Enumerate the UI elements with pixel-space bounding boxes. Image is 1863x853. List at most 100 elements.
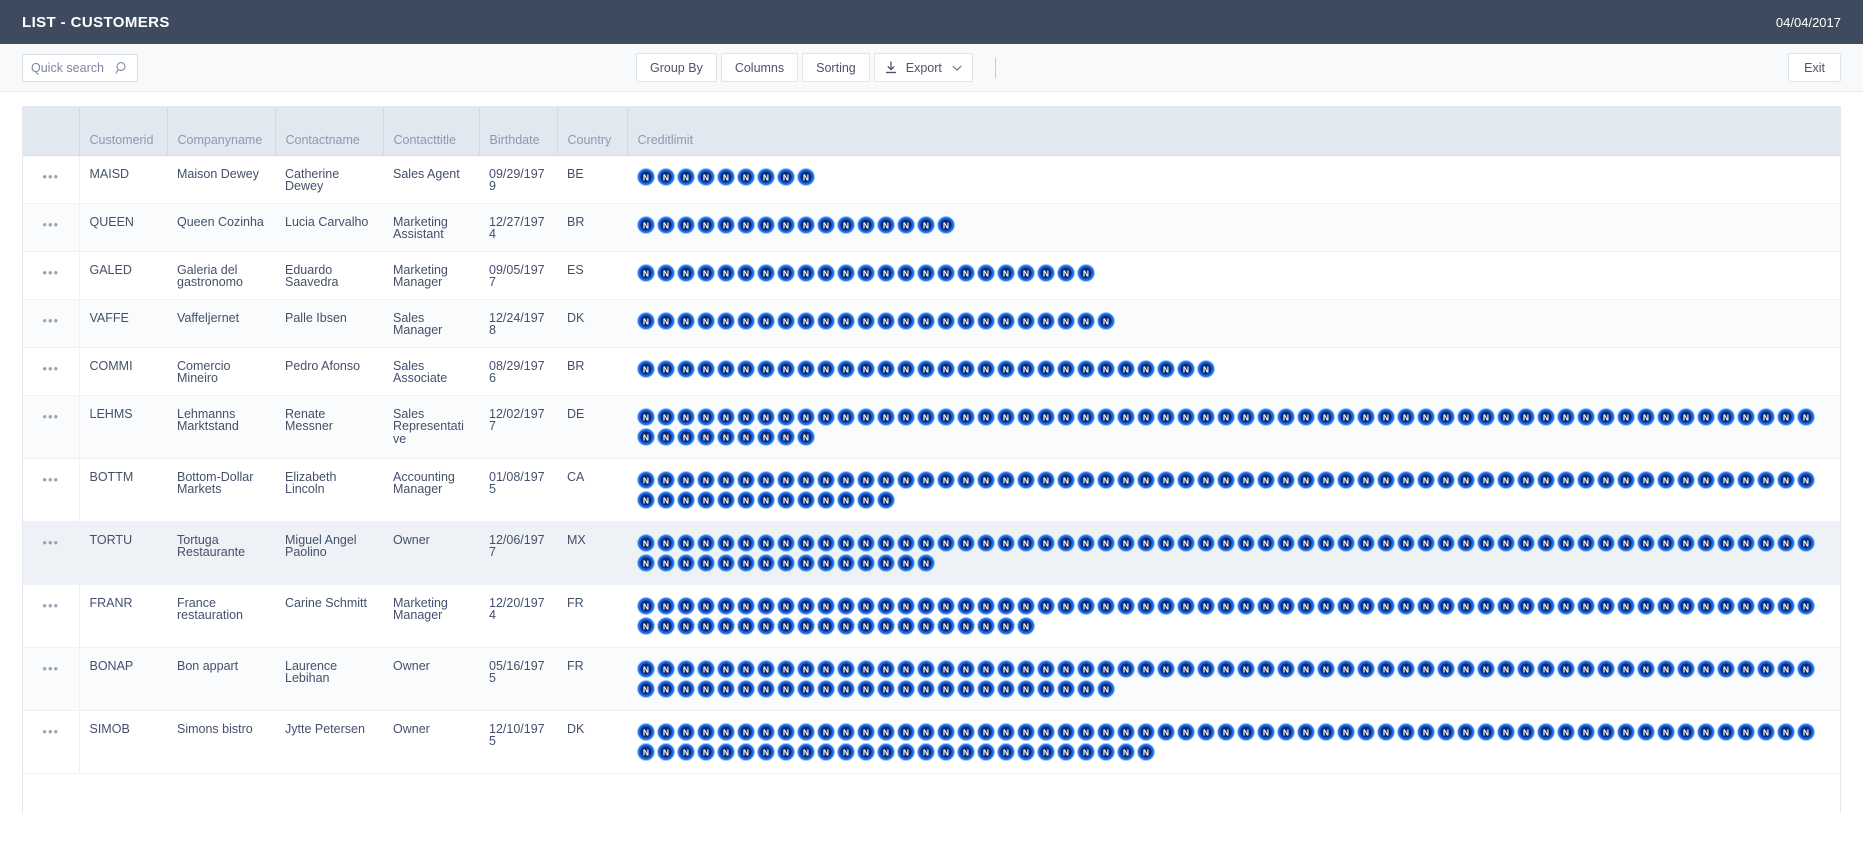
column-header-country[interactable]: Country: [557, 107, 627, 155]
credit-badge: N: [797, 743, 815, 761]
search-icon[interactable]: [115, 61, 129, 75]
row-menu-cell[interactable]: •••: [23, 647, 79, 710]
credit-badge: N: [977, 743, 995, 761]
cell-contacttitle: Sales Agent: [383, 155, 479, 203]
credit-badge: N: [1637, 660, 1655, 678]
credit-badge: N: [757, 743, 775, 761]
table-row[interactable]: •••BONAPBon appartLaurence LebihanOwner0…: [23, 647, 1840, 710]
credit-badge: N: [897, 534, 915, 552]
svg-text:N: N: [983, 621, 989, 631]
credit-badge: N: [1117, 408, 1135, 426]
credit-badge: N: [697, 491, 715, 509]
svg-text:N: N: [1743, 475, 1749, 485]
table-row[interactable]: •••QUEENQueen CozinhaLucia CarvalhoMarke…: [23, 203, 1840, 251]
row-menu-cell[interactable]: •••: [23, 458, 79, 521]
row-menu-cell[interactable]: •••: [23, 299, 79, 347]
credit-badge: N: [657, 360, 675, 378]
row-menu-cell[interactable]: •••: [23, 710, 79, 773]
credit-badge: N: [837, 534, 855, 552]
columns-button[interactable]: Columns: [721, 53, 798, 82]
svg-text:N: N: [803, 316, 809, 326]
credit-badge: N: [1197, 471, 1215, 489]
credit-badge: N: [1037, 680, 1055, 698]
credit-badge: N: [1457, 534, 1475, 552]
credit-badge: N: [1717, 408, 1735, 426]
credit-badge: N: [1637, 471, 1655, 489]
credit-badge: N: [657, 216, 675, 234]
svg-text:N: N: [1023, 268, 1029, 278]
svg-text:N: N: [1043, 475, 1049, 485]
credit-badge: N: [1657, 597, 1675, 615]
column-header-contactname[interactable]: Contactname: [275, 107, 383, 155]
svg-text:N: N: [723, 364, 729, 374]
sorting-button[interactable]: Sorting: [802, 53, 870, 82]
svg-text:N: N: [1023, 727, 1029, 737]
svg-text:N: N: [823, 621, 829, 631]
table-row[interactable]: •••BOTTMBottom-Dollar MarketsElizabeth L…: [23, 458, 1840, 521]
cell-contacttitle: Sales Associate: [383, 347, 479, 395]
credit-badge: N: [897, 471, 915, 489]
svg-text:N: N: [843, 268, 849, 278]
row-menu-icon[interactable]: •••: [42, 661, 59, 676]
search-input[interactable]: Quick search: [22, 54, 138, 82]
row-menu-icon[interactable]: •••: [42, 535, 59, 550]
table-row[interactable]: •••VAFFEVaffeljernetPalle IbsenSales Man…: [23, 299, 1840, 347]
credit-badge: N: [1097, 534, 1115, 552]
table-row[interactable]: •••LEHMSLehmanns MarktstandRenate Messne…: [23, 395, 1840, 458]
column-header-creditlimit[interactable]: Creditlimit: [627, 107, 1840, 155]
row-menu-cell[interactable]: •••: [23, 395, 79, 458]
row-menu-icon[interactable]: •••: [42, 598, 59, 613]
table-row[interactable]: •••GALEDGaleria del gastronomoEduardo Sa…: [23, 251, 1840, 299]
table-row[interactable]: •••FRANRFrance restaurationCarine Schmit…: [23, 584, 1840, 647]
credit-badge: N: [677, 264, 695, 282]
table-row[interactable]: •••TORTUTortuga RestauranteMiguel Angel …: [23, 521, 1840, 584]
row-menu-icon[interactable]: •••: [42, 217, 59, 232]
row-menu-cell[interactable]: •••: [23, 203, 79, 251]
chevron-down-icon[interactable]: [952, 65, 962, 71]
column-header-companyname[interactable]: Companyname: [167, 107, 275, 155]
table-row[interactable]: •••SIMOBSimons bistroJytte PetersenOwner…: [23, 710, 1840, 773]
credit-badge: N: [1337, 597, 1355, 615]
row-menu-cell[interactable]: •••: [23, 347, 79, 395]
credit-badge: N: [1797, 471, 1815, 489]
svg-text:N: N: [783, 684, 789, 694]
export-button[interactable]: Export: [874, 53, 973, 82]
table-row[interactable]: •••MAISDMaison DeweyCatherine DeweySales…: [23, 155, 1840, 203]
credit-badge: N: [1657, 534, 1675, 552]
credit-badge: N: [757, 617, 775, 635]
credit-badge: N: [797, 168, 815, 186]
svg-text:N: N: [683, 432, 689, 442]
credit-badge: N: [1277, 723, 1295, 741]
credit-badge: N: [1417, 471, 1435, 489]
row-menu-icon[interactable]: •••: [42, 472, 59, 487]
cell-birthdate: 12/10/1975: [479, 710, 557, 773]
row-menu-cell[interactable]: •••: [23, 155, 79, 203]
cell-creditlimit: NNNNNNNNNNNNNNNNNNNNNNNNNNNNNNNNNNNNNNNN…: [627, 395, 1840, 458]
svg-text:N: N: [723, 664, 729, 674]
row-menu-icon[interactable]: •••: [42, 409, 59, 424]
credit-badge: N: [857, 680, 875, 698]
exit-button[interactable]: Exit: [1788, 53, 1841, 82]
svg-text:N: N: [1343, 475, 1349, 485]
row-menu-icon[interactable]: •••: [42, 724, 59, 739]
row-menu-icon[interactable]: •••: [42, 361, 59, 376]
table-row[interactable]: •••COMMIComercio MineiroPedro AfonsoSale…: [23, 347, 1840, 395]
credit-badge: N: [1277, 660, 1295, 678]
svg-text:N: N: [1223, 475, 1229, 485]
svg-text:N: N: [1723, 727, 1729, 737]
column-header-contacttitle[interactable]: Contacttitle: [383, 107, 479, 155]
svg-text:N: N: [683, 495, 689, 505]
credit-badge: N: [797, 428, 815, 446]
row-menu-icon[interactable]: •••: [42, 169, 59, 184]
row-menu-icon[interactable]: •••: [42, 313, 59, 328]
svg-text:N: N: [863, 495, 869, 505]
column-header-birthdate[interactable]: Birthdate: [479, 107, 557, 155]
row-menu-cell[interactable]: •••: [23, 251, 79, 299]
row-menu-icon[interactable]: •••: [42, 265, 59, 280]
row-menu-cell[interactable]: •••: [23, 584, 79, 647]
svg-text:N: N: [1063, 475, 1069, 485]
row-menu-cell[interactable]: •••: [23, 521, 79, 584]
credit-badge: N: [937, 660, 955, 678]
group-by-button[interactable]: Group By: [636, 53, 717, 82]
column-header-customerid[interactable]: Customerid: [79, 107, 167, 155]
